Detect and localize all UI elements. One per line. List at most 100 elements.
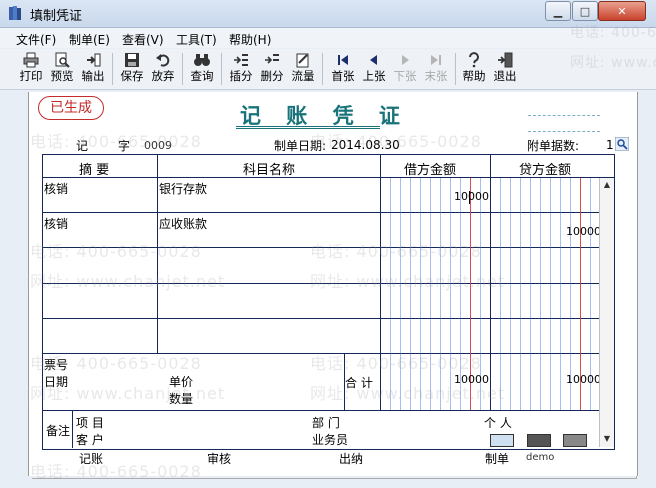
toolbar: 打印 预览 输出 保存 放弃 查询 插分 删分 流量 首张 上张 下张 末张 帮…: [0, 49, 656, 90]
menu-file[interactable]: 文件(F): [16, 31, 56, 48]
project-label: 项 目: [76, 416, 104, 430]
printer-icon: [23, 52, 39, 68]
voucher-book-icon: [9, 6, 21, 20]
cashflow-button[interactable]: 流量: [288, 51, 318, 87]
digit-line: [530, 178, 531, 410]
cashflow-label: 流量: [291, 69, 315, 83]
menu-help[interactable]: 帮助(H): [229, 31, 271, 48]
preparer-label: 制单: [485, 452, 510, 466]
voucher-type[interactable]: 记: [76, 137, 88, 154]
exit-label: 退出: [493, 69, 517, 83]
status-stamp: 已生成: [38, 96, 104, 120]
insert-row-icon: [234, 54, 248, 66]
menu-tools[interactable]: 工具(T): [176, 31, 217, 48]
digit-line: [500, 178, 501, 410]
scroll-up-icon[interactable]: ▲: [600, 178, 614, 192]
preview-icon: [55, 52, 70, 68]
date-label: 制单日期:: [274, 139, 327, 153]
delete-row-icon: [265, 54, 279, 64]
discard-button[interactable]: 放弃: [148, 51, 178, 87]
maximize-icon: □: [579, 4, 591, 18]
maximize-button[interactable]: □: [572, 1, 598, 21]
help-button[interactable]: 帮助: [459, 51, 489, 87]
date-row-label: 日期: [44, 375, 69, 389]
export-icon: [87, 53, 101, 67]
entry-account[interactable]: 银行存款: [159, 180, 207, 197]
remarks-label: 备注: [46, 424, 71, 438]
query-button[interactable]: 查询: [187, 51, 217, 87]
preview-button[interactable]: 预览: [47, 51, 77, 87]
voucher-date[interactable]: 2014.08.30: [331, 138, 400, 152]
cashflow-icon: [296, 53, 309, 68]
query-label: 查询: [190, 69, 214, 83]
next-voucher-button[interactable]: 下张: [390, 51, 420, 87]
dashed-line: [528, 115, 600, 116]
entry-summary[interactable]: 核销: [44, 215, 68, 232]
attachments-label: 附单据数:: [527, 139, 580, 153]
total-label: 合 计: [345, 376, 373, 390]
cashier-label: 出纳: [339, 452, 364, 466]
print-button[interactable]: 打印: [16, 51, 46, 87]
exit-button[interactable]: 退出: [490, 51, 520, 87]
review-label: 审核: [207, 452, 232, 466]
entry-credit[interactable]: 10000: [566, 225, 601, 238]
text-cursor: [469, 191, 470, 204]
digit-line: [450, 178, 451, 410]
help-icon: [469, 52, 479, 68]
digit-line: [440, 178, 441, 410]
undo-icon: [156, 54, 170, 67]
minimize-button[interactable]: ▁: [545, 1, 571, 21]
menu-view[interactable]: 查看(V): [122, 31, 164, 48]
grid-line: [42, 283, 600, 284]
unit-price-label: 单价: [169, 375, 194, 389]
title-underline: [236, 126, 380, 129]
grid-line: [42, 247, 600, 248]
export-button[interactable]: 输出: [78, 51, 108, 87]
title-bar: 填制凭证 ▁ □ ✕: [0, 0, 656, 28]
header-credit: 贷方金额: [519, 163, 572, 178]
digit-line: [510, 178, 511, 410]
binoculars-icon: [194, 54, 210, 66]
attachments-count[interactable]: 1: [606, 138, 614, 152]
last-voucher-button[interactable]: 末张: [421, 51, 451, 87]
insert-line-button[interactable]: 插分: [226, 51, 256, 87]
person-label: 个 人: [484, 416, 512, 430]
previous-voucher-button[interactable]: 上张: [359, 51, 389, 87]
digit-line: [540, 178, 541, 410]
attachment-search-icon[interactable]: [615, 137, 629, 151]
grid-line: [72, 410, 73, 448]
entry-account[interactable]: 应收账款: [159, 215, 207, 232]
card-icon[interactable]: [490, 434, 514, 447]
app-window: 填制凭证 ▁ □ ✕ 文件(F) 制单(E) 查看(V) 工具(T) 帮助(H)…: [0, 0, 656, 488]
voucher-number: 0009: [144, 139, 172, 152]
digit-line: [420, 178, 421, 410]
digit-line: [430, 178, 431, 410]
toolbar-separator: [322, 53, 323, 85]
menu-voucher[interactable]: 制单(E): [69, 31, 110, 48]
exit-icon: [498, 52, 513, 68]
digit-line: [560, 178, 561, 410]
first-icon: [338, 55, 348, 65]
customer-label: 客 户: [76, 433, 104, 447]
header-debit: 借方金额: [404, 163, 457, 178]
entry-summary[interactable]: 核销: [44, 180, 68, 197]
tools-icon[interactable]: [563, 434, 587, 447]
digit-line: [520, 178, 521, 410]
id-card-icon[interactable]: [527, 434, 551, 447]
grid-line: [42, 353, 600, 354]
grid-scrollbar[interactable]: ▲ ▼: [599, 178, 614, 447]
entry-debit[interactable]: 10000: [454, 190, 489, 203]
save-icon: [125, 53, 139, 67]
dashed-line: [528, 131, 600, 132]
grid-line: [157, 154, 158, 353]
digit-line: [400, 178, 401, 410]
window-title: 填制凭证: [30, 9, 83, 24]
scroll-down-icon[interactable]: ▼: [600, 432, 614, 446]
delete-line-button[interactable]: 删分: [257, 51, 287, 87]
digit-line: [550, 178, 551, 410]
save-button[interactable]: 保存: [117, 51, 147, 87]
first-voucher-button[interactable]: 首张: [328, 51, 358, 87]
close-button[interactable]: ✕: [598, 1, 646, 21]
close-icon: ✕: [617, 4, 627, 18]
ticket-label: 票号: [44, 358, 69, 372]
